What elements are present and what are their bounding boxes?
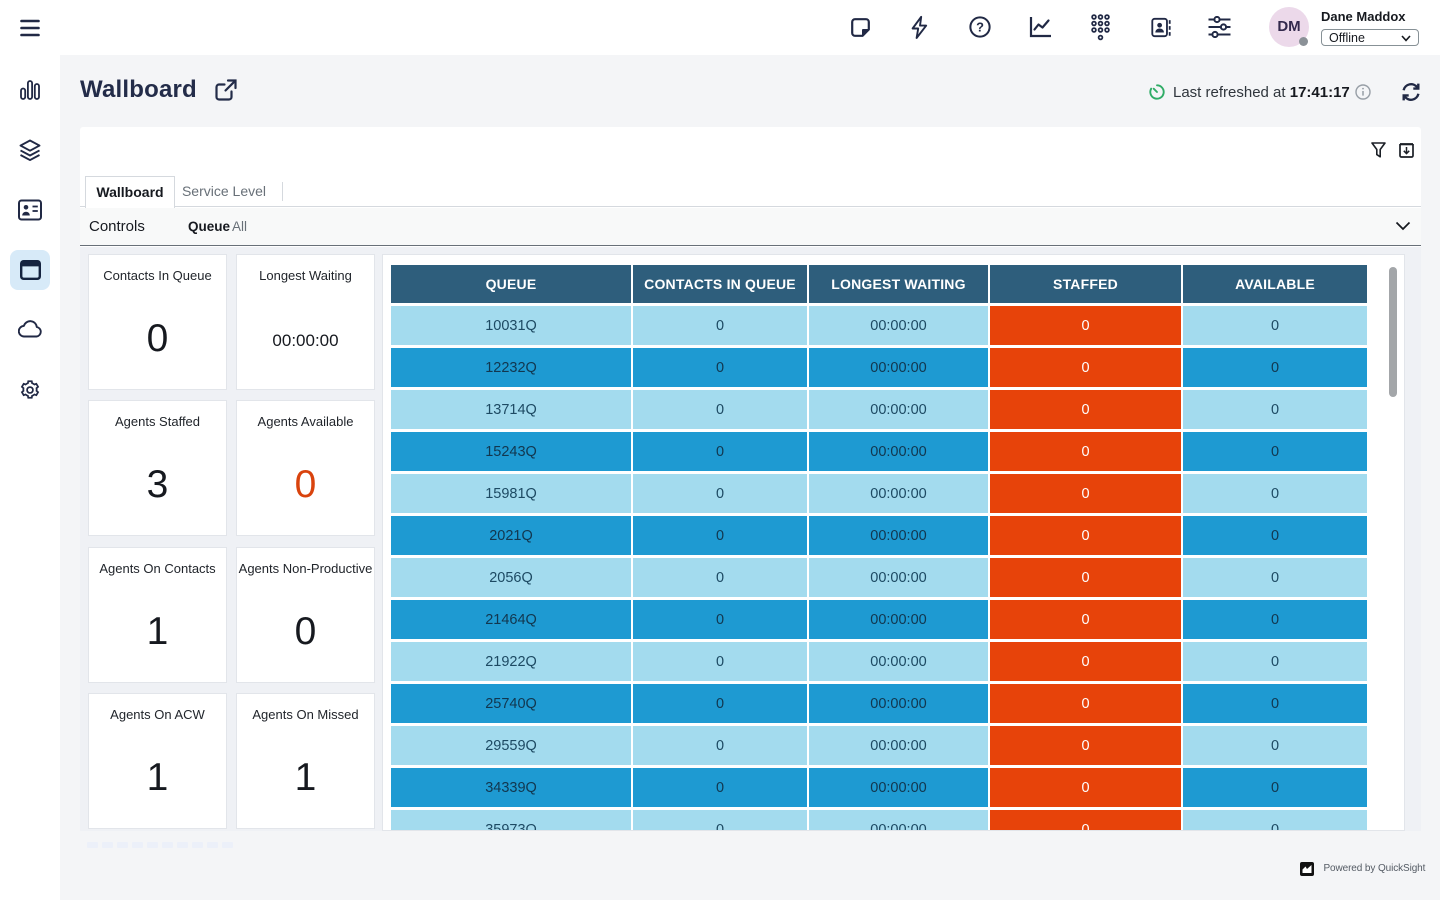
svg-text:?: ? [976,20,984,35]
